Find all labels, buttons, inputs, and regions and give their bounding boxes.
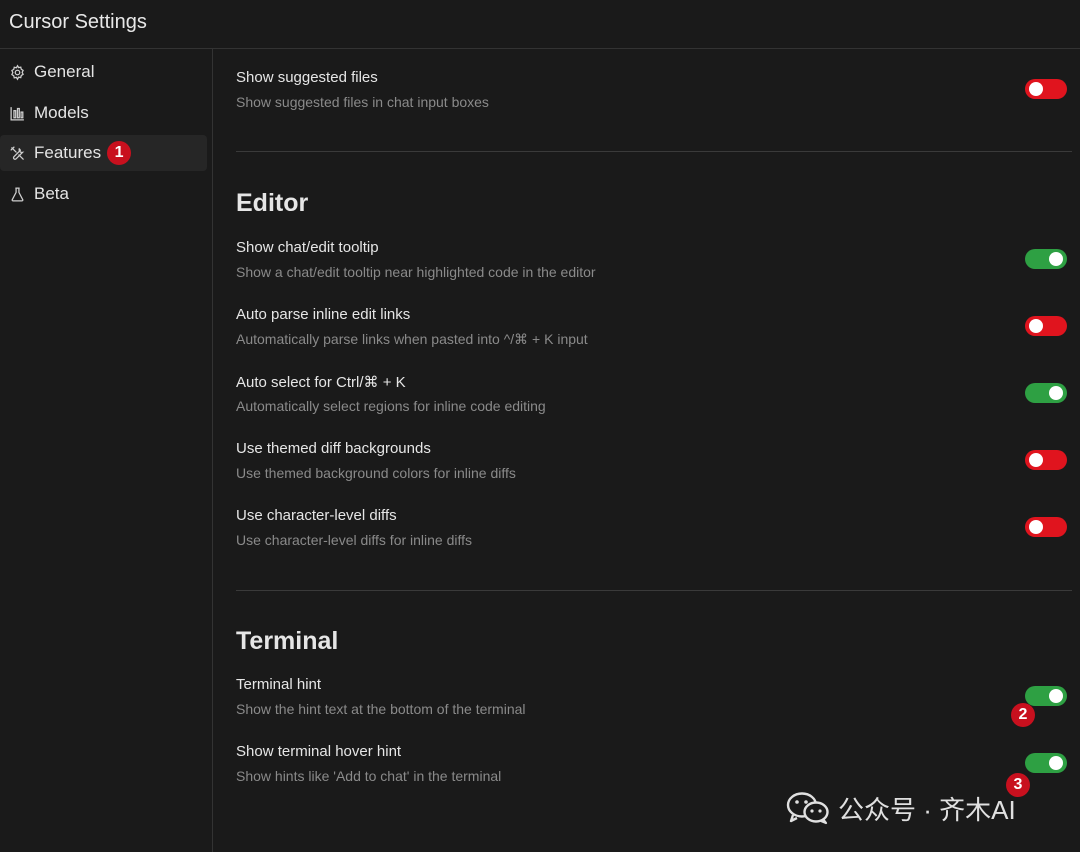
setting-auto-select-ctrl-k: Auto select for Ctrl/⌘ + K Automatically… (236, 373, 1067, 425)
setting-show-chat-edit-tooltip: Show chat/edit tooltip Show a chat/edit … (236, 239, 1067, 291)
toggle-knob (1049, 689, 1063, 703)
setting-description: Use themed background colors for inline … (236, 465, 516, 481)
toggle-use-themed-diff-backgrounds[interactable] (1025, 450, 1067, 470)
setting-use-character-level-diffs: Use character-level diffs Use character-… (236, 507, 1067, 559)
setting-title: Use themed diff backgrounds (236, 440, 431, 457)
wechat-icon (786, 792, 829, 825)
toggle-knob (1029, 82, 1043, 96)
bar-chart-icon (9, 105, 26, 122)
tools-icon (9, 145, 26, 162)
toggle-knob (1049, 386, 1063, 400)
setting-description: Automatically select regions for inline … (236, 398, 546, 414)
toggle-auto-parse-inline-edit-links[interactable] (1025, 316, 1067, 336)
annotation-badge-1: 1 (107, 141, 132, 165)
toggle-knob (1029, 453, 1043, 467)
section-divider (236, 151, 1072, 152)
sidebar-item-general[interactable]: General (0, 54, 207, 90)
section-heading-terminal: Terminal (236, 627, 339, 655)
annotation-badge-2: 2 (1011, 703, 1035, 727)
sidebar-item-label: Beta (34, 184, 69, 203)
toggle-show-terminal-hover-hint[interactable] (1025, 753, 1067, 773)
gear-icon (9, 64, 26, 81)
sidebar-item-beta[interactable]: Beta (0, 176, 207, 212)
sidebar: General Models Features 1 Beta (0, 49, 213, 852)
flask-icon (9, 186, 26, 203)
setting-description: Show suggested files in chat input boxes (236, 94, 489, 110)
watermark: 公众号 · 齐木AI (786, 790, 1016, 826)
setting-auto-parse-inline-edit-links: Auto parse inline edit links Automatical… (236, 306, 1067, 358)
setting-title: Auto select for Ctrl/⌘ + K (236, 374, 406, 391)
settings-content: Show suggested files Show suggested file… (214, 49, 1080, 852)
sidebar-item-features[interactable]: Features 1 (0, 135, 207, 171)
setting-show-suggested-files: Show suggested files Show suggested file… (236, 69, 1067, 121)
setting-use-themed-diff-backgrounds: Use themed diff backgrounds Use themed b… (236, 440, 1067, 492)
setting-title: Auto parse inline edit links (236, 306, 411, 323)
title-bar: Cursor Settings (0, 0, 1080, 49)
setting-description: Use character-level diffs for inline dif… (236, 532, 473, 548)
sidebar-item-label: Features (34, 143, 102, 162)
toggle-knob (1049, 252, 1063, 266)
toggle-terminal-hint[interactable] (1025, 686, 1067, 706)
setting-title: Show chat/edit tooltip (236, 239, 379, 256)
toggle-show-suggested-files[interactable] (1025, 79, 1067, 99)
toggle-use-character-level-diffs[interactable] (1025, 517, 1067, 537)
toggle-show-chat-edit-tooltip[interactable] (1025, 249, 1067, 269)
setting-description: Automatically parse links when pasted in… (236, 331, 588, 347)
setting-description: Show a chat/edit tooltip near highlighte… (236, 264, 596, 280)
section-heading-editor: Editor (236, 189, 309, 217)
toggle-knob (1029, 520, 1043, 534)
setting-title: Show suggested files (236, 69, 378, 86)
window-title: Cursor Settings (9, 11, 147, 33)
toggle-knob (1049, 756, 1063, 770)
setting-terminal-hint: Terminal hint Show the hint text at the … (236, 676, 1067, 728)
toggle-auto-select-ctrl-k[interactable] (1025, 383, 1067, 403)
toggle-knob (1029, 319, 1043, 333)
sidebar-item-models[interactable]: Models (0, 95, 207, 131)
setting-title: Terminal hint (236, 676, 322, 693)
setting-show-terminal-hover-hint: Show terminal hover hint Show hints like… (236, 743, 1067, 795)
sidebar-item-label: Models (34, 103, 89, 122)
watermark-text: 公众号 · 齐木AI (838, 794, 1016, 825)
setting-title: Use character-level diffs (236, 507, 397, 524)
setting-title: Show terminal hover hint (236, 743, 402, 760)
section-divider (236, 590, 1072, 591)
settings-window: Cursor Settings General Models Features … (0, 0, 1080, 852)
setting-description: Show hints like 'Add to chat' in the ter… (236, 768, 502, 784)
setting-description: Show the hint text at the bottom of the … (236, 701, 526, 717)
sidebar-item-label: General (34, 62, 95, 81)
